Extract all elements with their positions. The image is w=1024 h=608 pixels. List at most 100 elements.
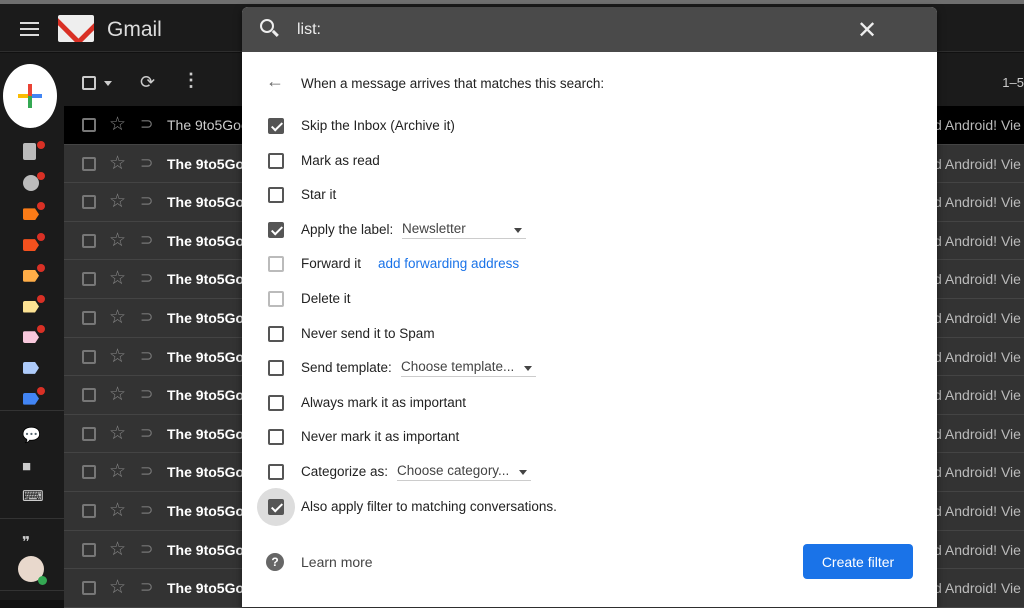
important-marker-icon[interactable]: ⊃ xyxy=(140,191,153,211)
help-icon[interactable]: ? xyxy=(266,553,284,571)
video-icon[interactable]: ■ xyxy=(22,458,31,475)
unread-dot xyxy=(37,141,45,149)
row-checkbox[interactable] xyxy=(82,388,96,403)
star-icon[interactable]: ☆ xyxy=(109,306,126,329)
gmail-logo-icon[interactable] xyxy=(58,15,94,42)
option-checkbox[interactable] xyxy=(268,187,284,204)
row-checkbox[interactable] xyxy=(82,465,96,480)
email-sender: The 9to5Goo xyxy=(167,271,253,288)
star-icon[interactable]: ☆ xyxy=(109,152,126,175)
important-marker-icon[interactable]: ⊃ xyxy=(140,539,153,559)
rail-divider xyxy=(0,518,64,519)
hangouts-icon[interactable]: ❞ xyxy=(22,533,30,551)
important-marker-icon[interactable]: ⊃ xyxy=(140,153,153,173)
back-arrow-icon[interactable]: ← xyxy=(266,71,284,92)
important-marker-icon[interactable]: ⊃ xyxy=(140,500,153,520)
star-icon[interactable]: ☆ xyxy=(109,113,126,136)
star-icon[interactable]: ☆ xyxy=(109,576,126,599)
email-sender: The 9to5Goo xyxy=(167,117,249,133)
refresh-icon[interactable]: ⟳ xyxy=(140,72,155,93)
select-all-checkbox[interactable] xyxy=(82,76,96,90)
more-options-icon[interactable]: ⋮ xyxy=(182,70,200,91)
option-checkbox[interactable] xyxy=(268,118,284,134)
row-checkbox[interactable] xyxy=(82,195,96,210)
row-checkbox[interactable] xyxy=(82,118,96,132)
option-checkbox[interactable] xyxy=(268,464,284,480)
option-checkbox[interactable] xyxy=(268,498,284,515)
row-checkbox[interactable] xyxy=(82,310,96,325)
option-checkbox[interactable] xyxy=(268,325,284,342)
row-checkbox[interactable] xyxy=(82,233,96,248)
filter-option: Star it xyxy=(242,179,937,209)
star-icon[interactable]: ☆ xyxy=(109,422,126,445)
compose-button[interactable] xyxy=(3,64,57,128)
option-checkbox[interactable] xyxy=(268,256,284,273)
email-sender: The 9to5Goo xyxy=(167,194,253,211)
option-checkbox[interactable] xyxy=(268,429,284,446)
important-marker-icon[interactable]: ⊃ xyxy=(140,346,153,366)
email-sender: The 9to5Goo xyxy=(167,348,253,365)
row-checkbox[interactable] xyxy=(82,542,96,557)
star-icon[interactable]: ☆ xyxy=(109,190,126,213)
row-checkbox[interactable] xyxy=(82,272,96,287)
email-sender: The 9to5Goo xyxy=(167,502,253,519)
option-dropdown[interactable]: Choose category... xyxy=(397,463,532,481)
pagination-range: 1–5 xyxy=(1002,75,1024,90)
filter-dialog: list: ✕ ← When a message arrives that ma… xyxy=(242,7,937,607)
main-menu-icon[interactable] xyxy=(20,22,39,36)
email-snippet: d Android! Vie xyxy=(934,541,1021,558)
row-checkbox[interactable] xyxy=(82,581,96,596)
app-name: Gmail xyxy=(107,18,162,41)
important-marker-icon[interactable]: ⊃ xyxy=(140,423,153,443)
unread-dot xyxy=(37,294,45,303)
email-sender: The 9to5Goo xyxy=(167,464,253,481)
close-icon[interactable]: ✕ xyxy=(857,16,877,45)
star-icon[interactable]: ☆ xyxy=(109,460,126,483)
star-icon[interactable]: ☆ xyxy=(109,229,126,252)
drafts-icon[interactable] xyxy=(23,143,36,160)
email-snippet: d Android! Vie xyxy=(934,117,1021,133)
keyboard-icon[interactable]: ⌨ xyxy=(22,487,44,505)
rail-divider xyxy=(0,410,64,411)
star-icon[interactable]: ☆ xyxy=(109,267,126,290)
unread-dot xyxy=(37,386,45,395)
search-input[interactable]: list: xyxy=(297,21,321,39)
star-icon[interactable]: ☆ xyxy=(109,499,126,522)
important-marker-icon[interactable]: ⊃ xyxy=(140,461,153,481)
row-checkbox[interactable] xyxy=(82,156,96,171)
row-checkbox[interactable] xyxy=(82,349,96,364)
row-checkbox[interactable] xyxy=(82,426,96,441)
option-checkbox[interactable] xyxy=(268,291,284,307)
email-sender: The 9to5Goo xyxy=(167,541,253,558)
option-checkbox[interactable] xyxy=(268,152,284,169)
option-dropdown[interactable]: Newsletter xyxy=(402,221,526,239)
learn-more-link[interactable]: Learn more xyxy=(301,554,373,570)
option-checkbox[interactable] xyxy=(268,221,284,238)
search-bar: list: ✕ xyxy=(242,7,937,52)
filter-option: Also apply filter to matching conversati… xyxy=(242,487,937,526)
select-dropdown-icon[interactable] xyxy=(104,81,112,90)
important-marker-icon[interactable]: ⊃ xyxy=(140,268,153,288)
star-icon[interactable]: ☆ xyxy=(109,538,126,561)
star-icon[interactable]: ☆ xyxy=(109,345,126,368)
option-checkbox[interactable] xyxy=(268,360,284,377)
important-marker-icon[interactable]: ⊃ xyxy=(140,307,153,327)
star-icon[interactable]: ☆ xyxy=(109,383,126,406)
option-dropdown[interactable]: Choose template... xyxy=(401,359,537,378)
add-forwarding-address-link[interactable]: add forwarding address xyxy=(378,256,519,271)
row-checkbox[interactable] xyxy=(82,503,96,518)
search-icon[interactable] xyxy=(260,19,274,33)
option-checkbox[interactable] xyxy=(268,394,284,411)
chat-icon[interactable]: 💬 xyxy=(22,426,41,444)
filter-option: Categorize as: Choose category... xyxy=(242,456,937,486)
important-marker-icon[interactable]: ⊃ xyxy=(140,384,153,404)
email-sender: The 9to5Goo xyxy=(167,387,253,404)
important-marker-icon[interactable]: ⊃ xyxy=(140,114,153,134)
create-filter-button[interactable]: Create filter xyxy=(803,544,913,579)
email-sender: The 9to5Goo xyxy=(167,309,253,326)
plus-icon-vertical xyxy=(28,84,32,108)
important-marker-icon[interactable]: ⊃ xyxy=(140,230,153,250)
email-snippet: d Android! Vie xyxy=(934,502,1021,519)
important-marker-icon[interactable]: ⊃ xyxy=(140,577,153,597)
email-sender: The 9to5Goo xyxy=(167,232,253,249)
